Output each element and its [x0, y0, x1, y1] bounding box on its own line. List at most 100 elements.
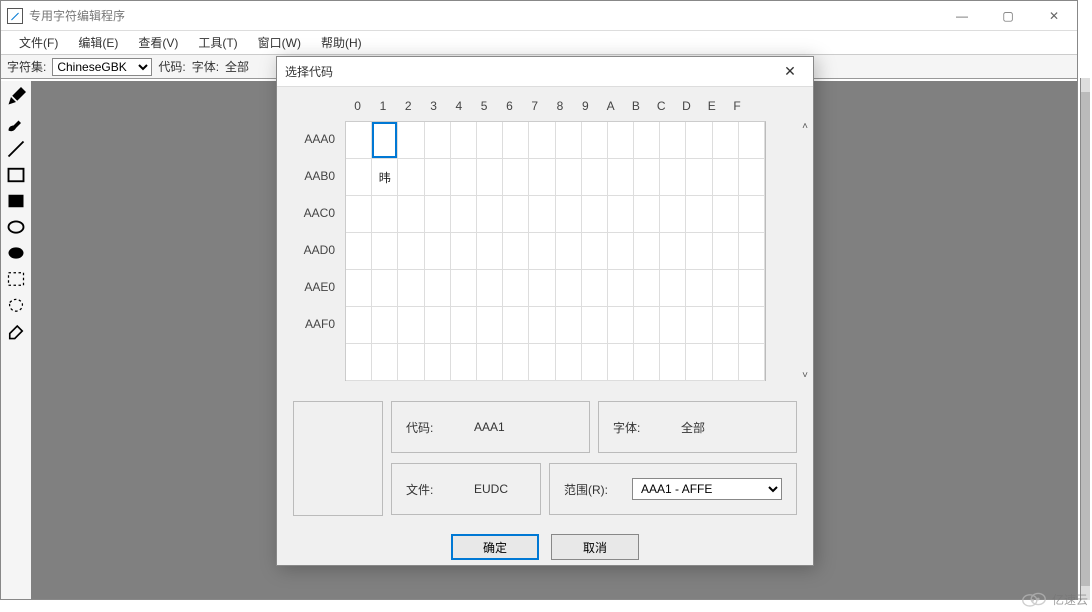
- grid-cell[interactable]: [529, 307, 555, 344]
- grid-cell[interactable]: [398, 196, 424, 233]
- grid-scrollbar[interactable]: ˄ ˅: [797, 121, 813, 381]
- freeform-select-tool-icon[interactable]: [6, 295, 26, 315]
- menu-window[interactable]: 窗口(W): [248, 34, 311, 51]
- grid-cell[interactable]: [529, 270, 555, 307]
- menu-help[interactable]: 帮助(H): [311, 34, 372, 51]
- grid-cell[interactable]: [713, 233, 739, 270]
- grid-cell[interactable]: [608, 344, 634, 381]
- ellipse-tool-icon[interactable]: [6, 217, 26, 237]
- grid-cell[interactable]: [451, 307, 477, 344]
- grid-cell[interactable]: [372, 196, 398, 233]
- grid-cell[interactable]: [425, 270, 451, 307]
- dotted-select-tool-icon[interactable]: [6, 269, 26, 289]
- grid-cell[interactable]: [660, 233, 686, 270]
- grid-cell[interactable]: [529, 196, 555, 233]
- grid-cell[interactable]: [556, 122, 582, 159]
- grid-cell[interactable]: [713, 196, 739, 233]
- line-tool-icon[interactable]: [6, 139, 26, 159]
- grid-cell[interactable]: [372, 122, 398, 159]
- grid-cell[interactable]: [634, 196, 660, 233]
- grid-cell[interactable]: [346, 159, 372, 196]
- grid-cell[interactable]: 𬀩: [372, 159, 398, 196]
- grid-cell[interactable]: [425, 122, 451, 159]
- grid-cell[interactable]: [529, 233, 555, 270]
- rect-tool-icon[interactable]: [6, 165, 26, 185]
- grid-cell[interactable]: [713, 270, 739, 307]
- grid-cell[interactable]: [398, 159, 424, 196]
- grid-cell[interactable]: [425, 233, 451, 270]
- grid-cell[interactable]: [529, 159, 555, 196]
- grid-cell[interactable]: [582, 196, 608, 233]
- grid-cell[interactable]: [739, 233, 765, 270]
- grid-cell[interactable]: [582, 270, 608, 307]
- grid-cell[interactable]: [372, 270, 398, 307]
- grid-cell[interactable]: [608, 270, 634, 307]
- grid-cell[interactable]: [477, 196, 503, 233]
- grid-cell[interactable]: [713, 344, 739, 381]
- grid-cell[interactable]: [477, 270, 503, 307]
- grid-cell[interactable]: [739, 122, 765, 159]
- grid-cell[interactable]: [739, 270, 765, 307]
- grid-cell[interactable]: [451, 344, 477, 381]
- grid-cell[interactable]: [477, 159, 503, 196]
- brush-tool-icon[interactable]: [6, 113, 26, 133]
- scroll-down-icon[interactable]: ˅: [802, 370, 808, 381]
- grid-cell[interactable]: [634, 122, 660, 159]
- grid-cell[interactable]: [503, 233, 529, 270]
- grid-cell[interactable]: [529, 344, 555, 381]
- grid-cell[interactable]: [739, 344, 765, 381]
- grid-cell[interactable]: [582, 122, 608, 159]
- grid-cell[interactable]: [346, 122, 372, 159]
- grid-cell[interactable]: [660, 122, 686, 159]
- grid-cell[interactable]: [686, 159, 712, 196]
- grid-cell[interactable]: [556, 196, 582, 233]
- grid-cell[interactable]: [556, 344, 582, 381]
- grid-cell[interactable]: [582, 159, 608, 196]
- filled-rect-tool-icon[interactable]: [6, 191, 26, 211]
- grid-cell[interactable]: [503, 122, 529, 159]
- grid-cell[interactable]: [503, 344, 529, 381]
- range-select[interactable]: AAA1 - AFFE: [632, 478, 782, 500]
- grid-cell[interactable]: [608, 196, 634, 233]
- grid-cell[interactable]: [398, 122, 424, 159]
- grid-cell[interactable]: [477, 344, 503, 381]
- dialog-close-icon[interactable]: ✕: [775, 63, 805, 80]
- grid-cell[interactable]: [582, 233, 608, 270]
- grid-cell[interactable]: [346, 307, 372, 344]
- grid-cell[interactable]: [660, 307, 686, 344]
- grid-cell[interactable]: [451, 233, 477, 270]
- grid-cell[interactable]: [686, 270, 712, 307]
- code-grid[interactable]: 𬀩: [345, 121, 766, 381]
- grid-cell[interactable]: [451, 122, 477, 159]
- grid-cell[interactable]: [660, 196, 686, 233]
- grid-cell[interactable]: [451, 270, 477, 307]
- grid-cell[interactable]: [372, 233, 398, 270]
- grid-cell[interactable]: [634, 344, 660, 381]
- grid-cell[interactable]: [739, 307, 765, 344]
- image-right-scrollbar[interactable]: [1080, 78, 1090, 600]
- grid-cell[interactable]: [398, 307, 424, 344]
- grid-cell[interactable]: [634, 159, 660, 196]
- menu-file[interactable]: 文件(F): [9, 34, 68, 51]
- filled-ellipse-tool-icon[interactable]: [6, 243, 26, 263]
- grid-cell[interactable]: [503, 196, 529, 233]
- grid-cell[interactable]: [503, 270, 529, 307]
- grid-cell[interactable]: [608, 307, 634, 344]
- grid-cell[interactable]: [556, 307, 582, 344]
- grid-cell[interactable]: [739, 159, 765, 196]
- grid-cell[interactable]: [608, 122, 634, 159]
- pencil-tool-icon[interactable]: [6, 87, 26, 107]
- grid-cell[interactable]: [582, 344, 608, 381]
- eraser-tool-icon[interactable]: [6, 321, 26, 341]
- grid-cell[interactable]: [477, 233, 503, 270]
- grid-cell[interactable]: [686, 122, 712, 159]
- grid-cell[interactable]: [608, 233, 634, 270]
- menu-view[interactable]: 查看(V): [128, 34, 188, 51]
- charset-select[interactable]: ChineseGBK: [52, 58, 152, 76]
- grid-cell[interactable]: [346, 233, 372, 270]
- grid-cell[interactable]: [529, 122, 555, 159]
- ok-button[interactable]: 确定: [451, 534, 539, 560]
- grid-cell[interactable]: [686, 233, 712, 270]
- menu-tools[interactable]: 工具(T): [188, 34, 247, 51]
- grid-cell[interactable]: [503, 159, 529, 196]
